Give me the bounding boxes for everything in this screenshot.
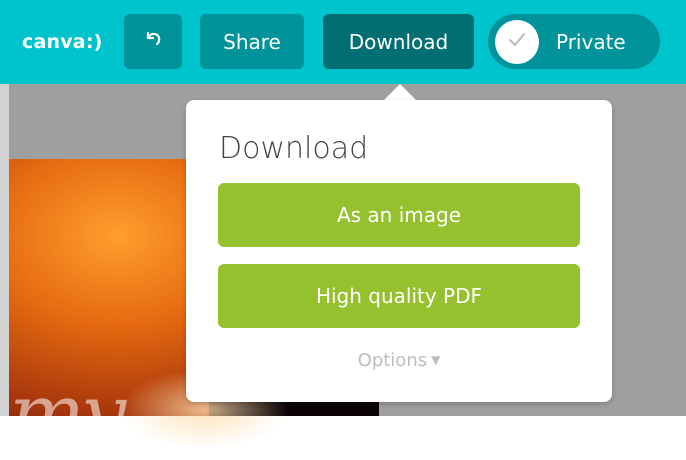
download-pdf-button[interactable]: High quality PDF: [218, 264, 580, 328]
download-button[interactable]: Download: [323, 14, 474, 69]
design-script-text: my: [9, 367, 126, 460]
private-toggle-knob: [495, 20, 539, 64]
share-button[interactable]: Share: [200, 14, 304, 69]
popover-title: Download: [219, 131, 369, 166]
caret-down-icon: ▼: [431, 353, 441, 367]
canva-logo: canva:): [22, 31, 103, 53]
top-toolbar: canva:) Share Download Private: [0, 0, 686, 84]
download-as-image-button[interactable]: As an image: [218, 183, 580, 247]
workspace-edge: [0, 84, 9, 416]
options-link[interactable]: Options ▼: [186, 350, 612, 371]
private-label: Private: [556, 30, 626, 54]
options-label: Options: [357, 350, 428, 371]
undo-button[interactable]: [124, 14, 182, 69]
download-popover: Download As an image High quality PDF Op…: [186, 100, 612, 402]
undo-icon: [141, 27, 165, 56]
popover-arrow: [384, 84, 416, 100]
private-toggle[interactable]: Private: [488, 14, 660, 69]
checkmark-icon: [506, 29, 528, 55]
